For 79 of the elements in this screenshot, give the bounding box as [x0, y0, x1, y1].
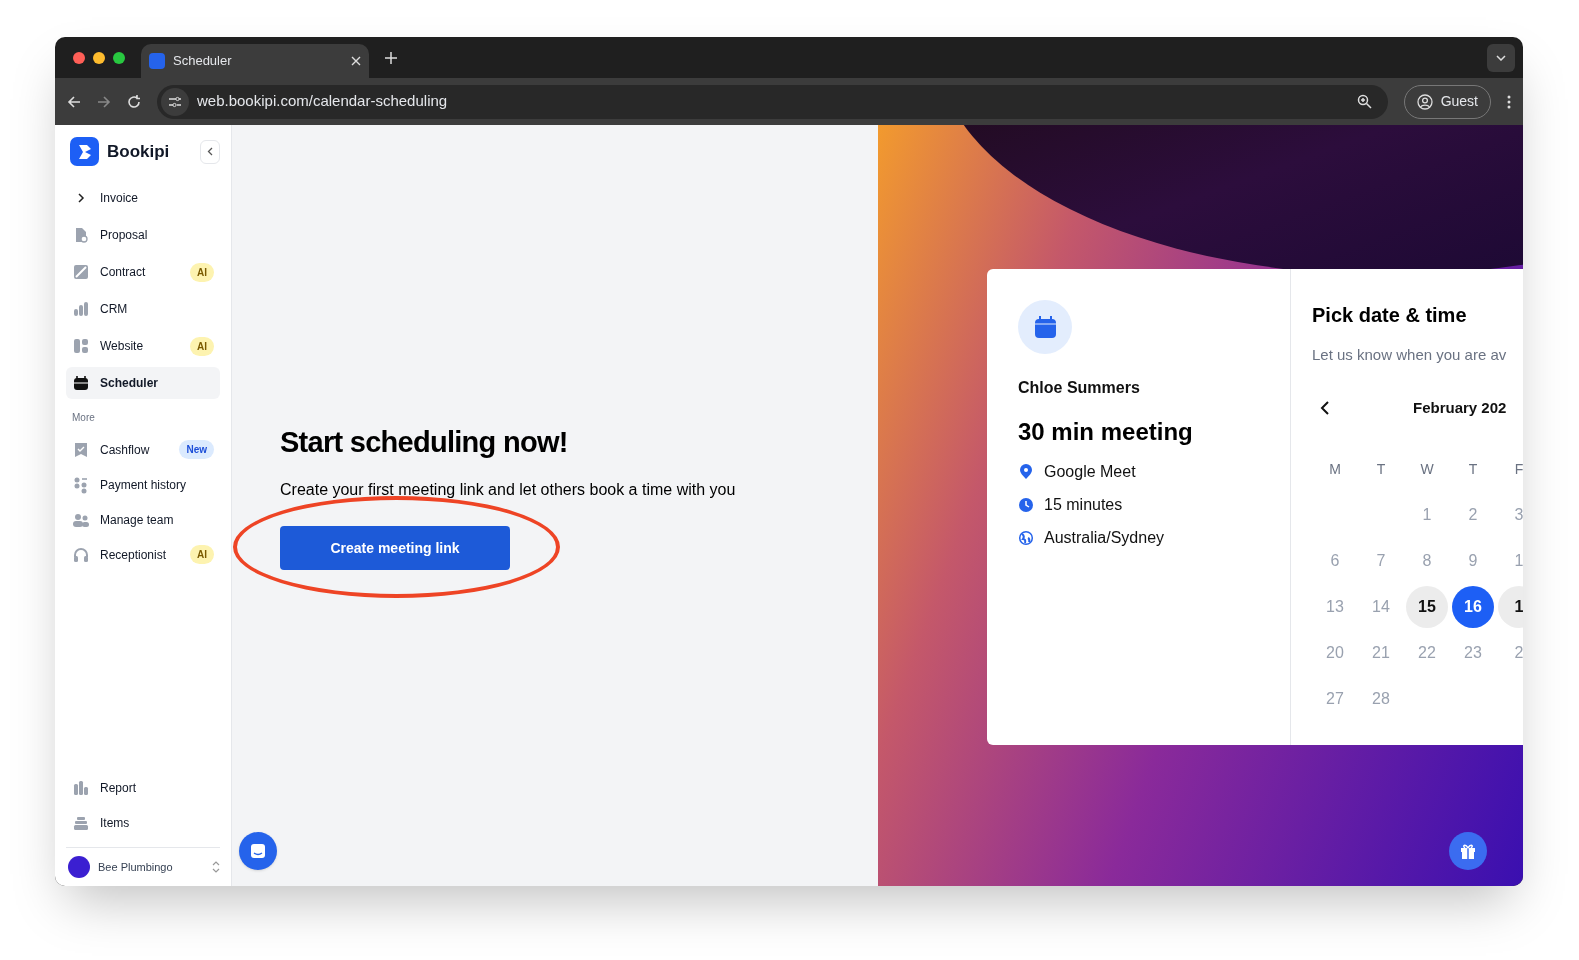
sidebar-item[interactable]: Cashflow New — [66, 433, 220, 466]
zoom-icon[interactable] — [1356, 94, 1372, 109]
sidebar-item[interactable]: Invoice — [66, 182, 220, 214]
chart-icon — [72, 779, 90, 797]
coins-icon — [72, 475, 90, 494]
sidebar-item[interactable]: Report — [66, 772, 220, 804]
sidebar-item[interactable]: Payment history — [66, 468, 220, 501]
picker-subtitle: Let us know when you are av — [1312, 345, 1508, 365]
badge: AI — [190, 262, 214, 282]
meeting-detail: Google Meet — [1044, 462, 1136, 482]
weekday-label: M — [1328, 459, 1342, 479]
section-label: More — [71, 411, 96, 425]
reload-icon[interactable] — [127, 94, 141, 109]
headset-icon — [72, 545, 90, 564]
account-avatar — [68, 856, 90, 878]
calendar-day[interactable]: 1 — [1498, 586, 1523, 628]
main-description: Create your first meeting link and let others book a time with you — [280, 480, 737, 501]
sidebar-item[interactable]: Manage team — [66, 503, 220, 536]
sidebar-item[interactable]: Scheduler — [66, 367, 220, 399]
badge: AI — [190, 336, 214, 356]
globe-icon — [1018, 530, 1034, 546]
close-icon[interactable] — [351, 56, 361, 66]
weekday-label: T — [1375, 459, 1387, 479]
month-label: February 202 — [1413, 397, 1507, 418]
sidebar-item[interactable]: CRM — [66, 293, 220, 325]
url-text: web.bookipi.com/calendar-scheduling — [197, 91, 449, 112]
chat-icon — [249, 842, 267, 860]
sidebar-item[interactable]: Proposal — [66, 219, 220, 251]
sidebar-item[interactable]: Website AI — [66, 330, 220, 362]
previous-month-icon[interactable] — [1320, 400, 1329, 415]
picker-title: Pick date & time — [1312, 303, 1468, 328]
new-tab-icon[interactable] — [385, 51, 397, 64]
clock-icon — [1018, 497, 1034, 513]
sidebar-item[interactable]: Contract AI — [66, 256, 220, 288]
calendar-badge-icon — [1018, 300, 1072, 354]
sidebar-item[interactable]: Receptionist AI — [66, 538, 220, 571]
chevron-left-icon — [207, 147, 213, 156]
chevron-down-icon — [1496, 54, 1506, 61]
address-bar[interactable]: web.bookipi.com/calendar-scheduling — [157, 84, 1388, 119]
gift-icon — [1459, 842, 1477, 860]
calendar-day[interactable]: 16 — [1452, 586, 1494, 628]
meeting-detail: 15 minutes — [1044, 495, 1123, 515]
site-settings-icon[interactable] — [161, 87, 189, 116]
close-window-icon[interactable] — [73, 51, 85, 64]
host-name: Chloe Summers — [1018, 378, 1141, 398]
expand-icon[interactable] — [212, 861, 220, 873]
bar-chart-icon — [72, 300, 90, 318]
badge: AI — [190, 545, 214, 564]
weekday-label: W — [1419, 459, 1435, 479]
brand-logo-icon — [70, 137, 99, 166]
account-name: Bee Plumbingo — [98, 859, 174, 875]
person-icon — [1416, 93, 1433, 110]
menu-icon[interactable] — [1507, 94, 1511, 109]
browser-tab[interactable]: Scheduler — [141, 44, 369, 78]
tab-title: Scheduler — [173, 52, 233, 71]
stack-icon — [72, 814, 90, 832]
meeting-detail: Australia/Sydney — [1044, 528, 1165, 548]
meeting-title: 30 min meeting — [1018, 417, 1194, 447]
pin-icon — [1018, 464, 1034, 480]
calendar-icon — [72, 374, 90, 392]
badge: New — [179, 440, 214, 459]
maximize-window-icon[interactable] — [113, 51, 125, 64]
minimize-window-icon[interactable] — [93, 51, 105, 64]
tab-search-button[interactable] — [1487, 43, 1515, 72]
app-logo-icon — [149, 53, 165, 69]
weekday-label: T — [1467, 459, 1479, 479]
create-meeting-link-button[interactable]: Create meeting link — [280, 526, 510, 571]
brand-name: Bookipi — [107, 140, 171, 163]
layout-icon — [72, 337, 90, 355]
pencil-icon — [72, 263, 90, 281]
weekday-label: F — [1513, 459, 1523, 479]
forward-icon[interactable] — [97, 94, 111, 109]
back-icon[interactable] — [67, 94, 81, 109]
sidebar-item[interactable]: Items — [66, 807, 220, 839]
receipt-icon — [72, 440, 90, 459]
calendar-day[interactable]: 15 — [1406, 586, 1448, 628]
chat-button[interactable] — [239, 832, 277, 870]
gift-button[interactable] — [1449, 832, 1487, 870]
main-heading: Start scheduling now! — [280, 424, 569, 460]
